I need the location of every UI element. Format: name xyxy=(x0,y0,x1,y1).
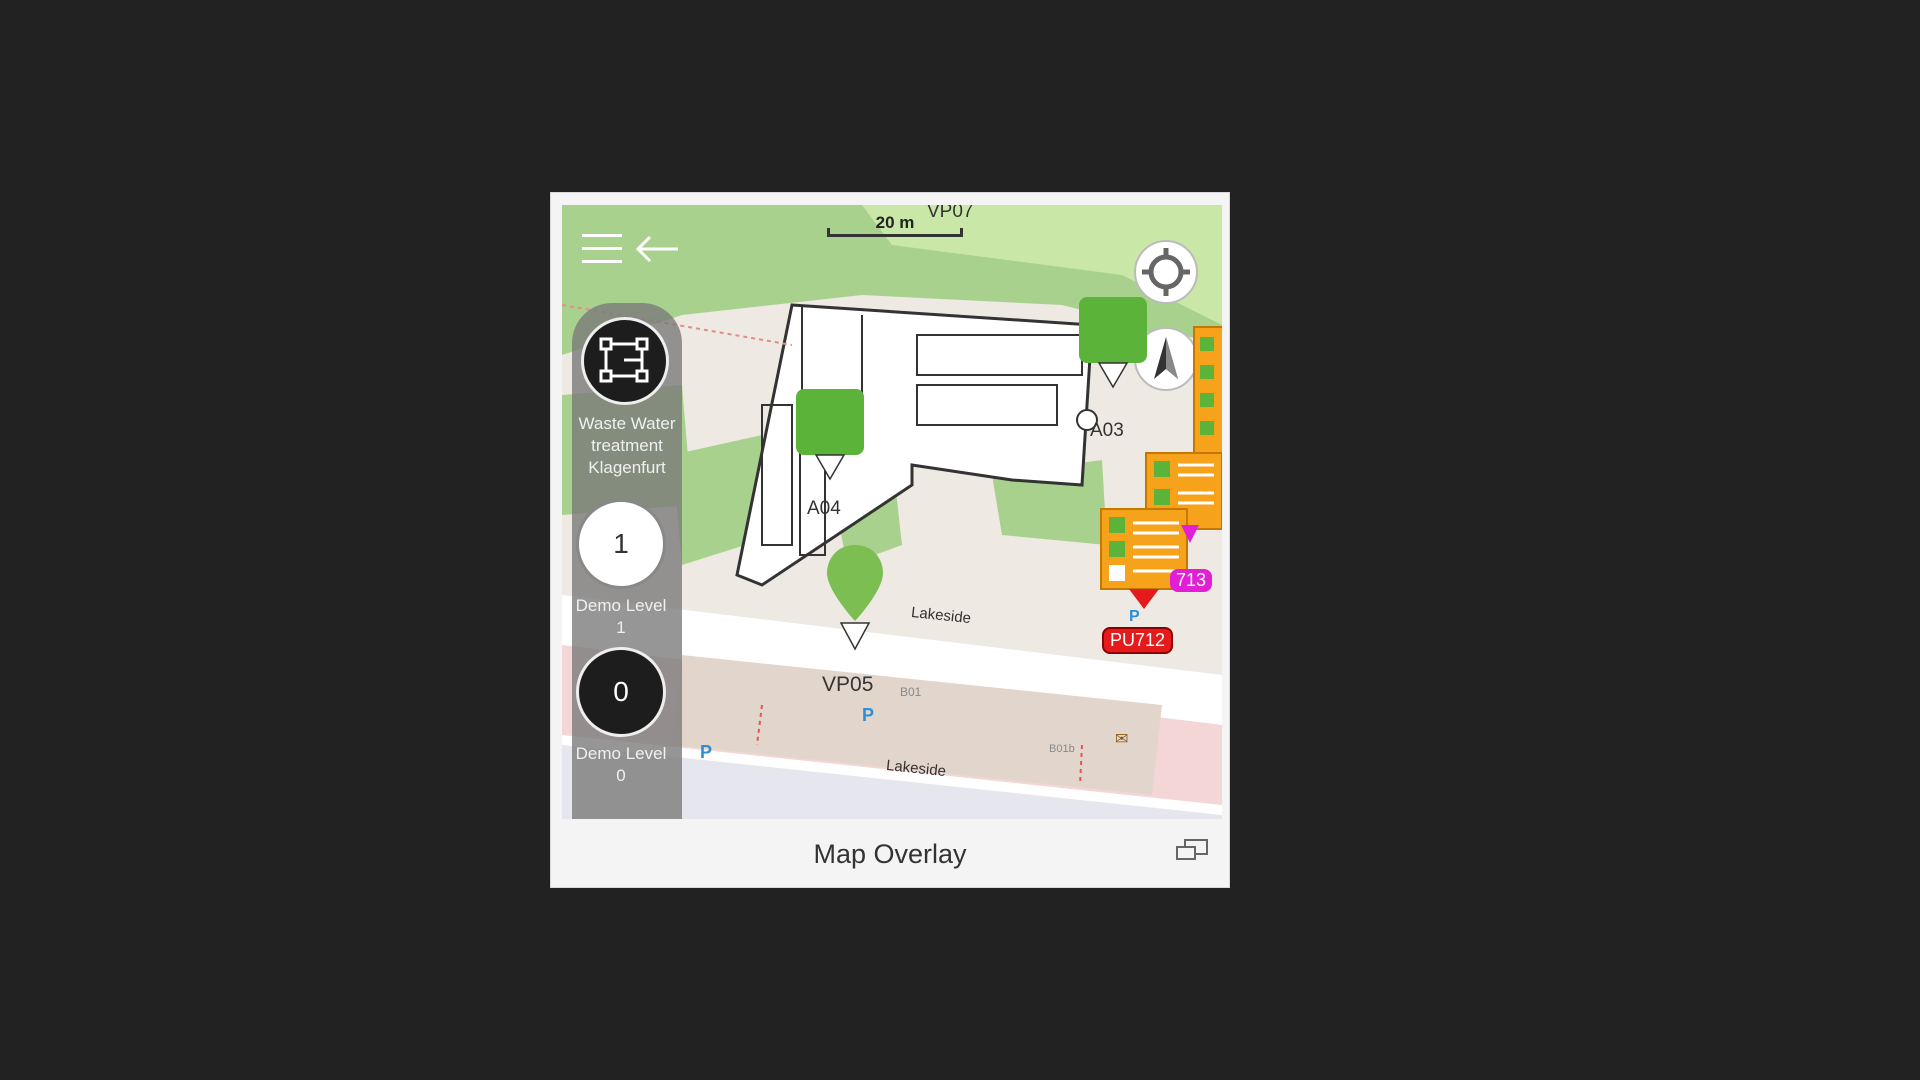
mail-icon: ✉ xyxy=(1115,731,1129,748)
map-label-b01: B01 xyxy=(900,685,922,699)
level-1-button[interactable]: 1 xyxy=(576,499,666,589)
level-1-label: Demo Level 1 xyxy=(575,596,667,637)
map-label-vp05: VP05 xyxy=(822,673,874,696)
panel-footer: Map Overlay xyxy=(551,819,1229,887)
level-selector: Waste Water treatment Klagenfurt 1 Demo … xyxy=(572,303,682,819)
site-label: Waste Water treatment Klagenfurt xyxy=(578,414,676,477)
green-square-marker-a03[interactable] xyxy=(1077,295,1149,391)
task-marker-pu712[interactable] xyxy=(1099,507,1189,611)
map-scale: 20 m xyxy=(827,211,963,245)
green-square-marker-a04[interactable] xyxy=(794,387,866,483)
map-label-a03: A03 xyxy=(1090,420,1124,441)
map-label-b01b: B01b xyxy=(1049,743,1075,755)
green-pin-marker-vp05[interactable] xyxy=(823,543,887,653)
badge-pu712[interactable]: PU712 xyxy=(1102,627,1174,654)
floorplan-icon xyxy=(599,337,649,383)
window-restore-icon[interactable] xyxy=(1175,837,1209,865)
badge-pu713[interactable]: 713 xyxy=(1170,569,1213,592)
map-label-a04: A04 xyxy=(807,498,841,519)
panel-title: Map Overlay xyxy=(813,839,967,869)
level-0-label: Demo Level 0 xyxy=(575,744,667,785)
menu-icon[interactable] xyxy=(582,231,622,267)
map-view[interactable]: VP07 20 m A03 A04 VP05 Lakeside Lakeside… xyxy=(562,205,1222,819)
magenta-pointer-icon xyxy=(1181,525,1199,543)
arrow-left-icon[interactable] xyxy=(634,233,680,265)
site-button[interactable] xyxy=(581,317,669,405)
level-0-button[interactable]: 0 xyxy=(576,647,666,737)
parking-icon: P xyxy=(700,742,713,762)
scale-bar xyxy=(827,228,963,237)
task-marker-cluster[interactable] xyxy=(1192,325,1222,465)
crosshair-icon xyxy=(1142,248,1190,296)
map-overlay-panel: VP07 20 m A03 A04 VP05 Lakeside Lakeside… xyxy=(550,192,1230,888)
parking-icon: P xyxy=(862,705,875,725)
